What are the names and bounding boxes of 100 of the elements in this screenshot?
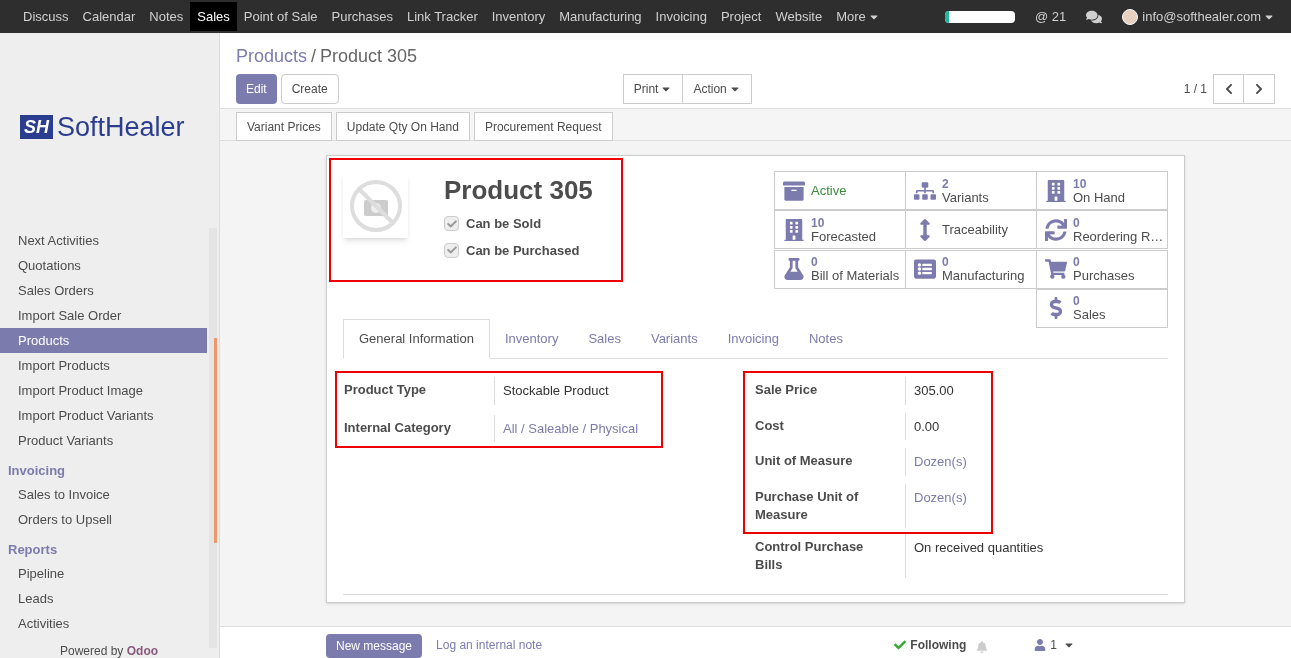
list-icon [914,258,936,280]
building-icon [1045,179,1067,202]
sidebar-item[interactable]: Import Product Image [0,378,207,403]
progress-bar [945,10,1015,23]
app-menu-item[interactable]: Website [768,2,830,31]
field-value: On received quantities [914,539,1044,555]
sidebar-item[interactable]: Products [0,328,207,353]
pager-counter: 1 / 1 [1183,81,1207,98]
field-label: Sale Price [755,381,819,399]
sidebar-item[interactable]: Orders to Upsell [0,507,207,532]
smart-button[interactable]: 0 Purchases [1036,249,1168,289]
app-menu-item[interactable]: Purchases [324,2,400,31]
smart-button[interactable]: 0 Manufacturing [905,249,1037,289]
checkbox[interactable] [444,242,459,258]
flask-icon [783,258,805,280]
header-action-button[interactable]: Procurement Request [473,112,613,141]
sidebar-item[interactable]: Next Activities [0,228,207,253]
form-tab[interactable]: Notes [793,319,858,359]
chat-icon[interactable] [1086,8,1103,25]
breadcrumb-current: Product 305 [320,45,418,68]
hierarchy-icon [914,179,936,202]
checkbox-label: Can be Purchased [466,241,580,260]
field-label: Internal Category [344,418,452,437]
followers-button[interactable]: 1 [1034,636,1075,654]
smart-button[interactable]: 0 Reordering R… [1036,210,1168,250]
check-icon [894,639,907,651]
field-value[interactable]: Dozen(s) [914,454,967,469]
product-name: Product 305 [444,174,593,207]
field-value: Stockable Product [503,383,609,398]
smart-button[interactable]: Traceability [905,210,1037,250]
chevron-right-icon [1253,83,1265,95]
app-menu-item[interactable]: Notes [142,2,191,31]
sidebar-section: Invoicing [0,453,207,482]
field-label: Purchase Unit of Measure [755,487,860,524]
action-menu-button[interactable]: Action [683,74,752,104]
new-message-button[interactable]: New message [326,634,423,658]
app-menu-item[interactable]: Sales [190,2,237,31]
smart-button[interactable]: 2 Variants [905,171,1037,210]
app-menu-item[interactable]: Project [713,2,769,31]
sidebar-item[interactable]: Import Products [0,353,207,378]
smart-button[interactable]: Active [774,171,906,210]
logo-mark: SH [20,115,53,139]
field-label: Product Type [344,381,428,399]
edit-button[interactable]: Edit [236,74,277,104]
create-button[interactable]: Create [280,74,339,104]
form-tab[interactable]: Invoicing [712,319,794,359]
refresh-icon [1045,218,1067,241]
person-icon [1034,639,1047,651]
field-value[interactable]: All / Saleable / Physical [503,420,639,436]
sidebar-item[interactable]: Import Sale Order [0,303,207,328]
building-icon [783,218,805,241]
app-menu-item[interactable]: Manufacturing [552,2,649,31]
logo-text: SoftHealer [57,115,185,139]
smart-button[interactable]: 0 Sales [1036,288,1168,328]
form-tab[interactable]: Variants [635,319,713,359]
smart-button[interactable]: 10 Forecasted [774,210,906,250]
sidebar-item[interactable]: Sales Orders [0,278,207,303]
header-action-button[interactable]: Update Qty On Hand [335,112,470,141]
field-label: Control Purchase Bills [755,537,865,574]
log-note-link[interactable]: Log an internal note [436,636,543,654]
header-action-button[interactable]: Variant Prices [236,112,332,141]
no-image-placeholder [343,173,408,238]
sidebar-item[interactable]: Sales to Invoice [0,482,207,507]
form-tab[interactable]: Sales [573,319,636,359]
cart-icon [1045,258,1067,280]
sidebar-item[interactable]: Leads [0,586,207,611]
user-menu[interactable]: info@softhealer.com [1142,6,1275,27]
mentions-counter[interactable]: @ 21 [1035,6,1067,27]
field-value: 305.00 [914,383,954,398]
previous-button[interactable] [1213,74,1244,104]
app-menu-item[interactable]: Invoicing [648,2,714,31]
field-value: 0.00 [914,418,940,434]
app-menu-item[interactable]: Point of Sale [236,2,325,31]
field-label: Cost [755,416,785,435]
app-menu-item[interactable]: Discuss [16,2,76,31]
app-menu-item[interactable]: Calendar [75,2,143,31]
checkbox[interactable] [444,216,459,232]
sidebar-item[interactable]: Pipeline [0,561,207,586]
checkbox-label: Can be Sold [466,215,542,233]
field-value[interactable]: Dozen(s) [914,489,967,505]
app-menu-item[interactable]: Inventory [484,2,553,31]
sidebar-item[interactable]: Product Variants [0,428,207,453]
app-menu-item[interactable]: Link Tracker [399,2,485,31]
more-menu[interactable]: More [829,6,887,27]
sidebar-section: Reports [0,532,207,561]
breadcrumb-link[interactable]: Products [236,43,308,69]
smart-button[interactable]: 10 On Hand [1036,171,1168,210]
following-button[interactable]: Following [894,636,967,654]
avatar-icon [1122,8,1139,25]
field-label: Unit of Measure [755,452,854,470]
smart-button[interactable]: 0 Bill of Materials [774,249,906,289]
archive-icon [783,179,805,202]
form-tab[interactable]: Inventory [489,319,574,359]
form-tab[interactable]: General Information [343,319,490,359]
next-button[interactable] [1244,74,1275,104]
breadcrumb-separator: / [311,45,317,68]
sidebar-item[interactable]: Activities [0,611,207,636]
sidebar-item[interactable]: Quotations [0,253,207,278]
sidebar-item[interactable]: Import Product Variants [0,403,207,428]
print-menu-button[interactable]: Print [622,74,684,104]
